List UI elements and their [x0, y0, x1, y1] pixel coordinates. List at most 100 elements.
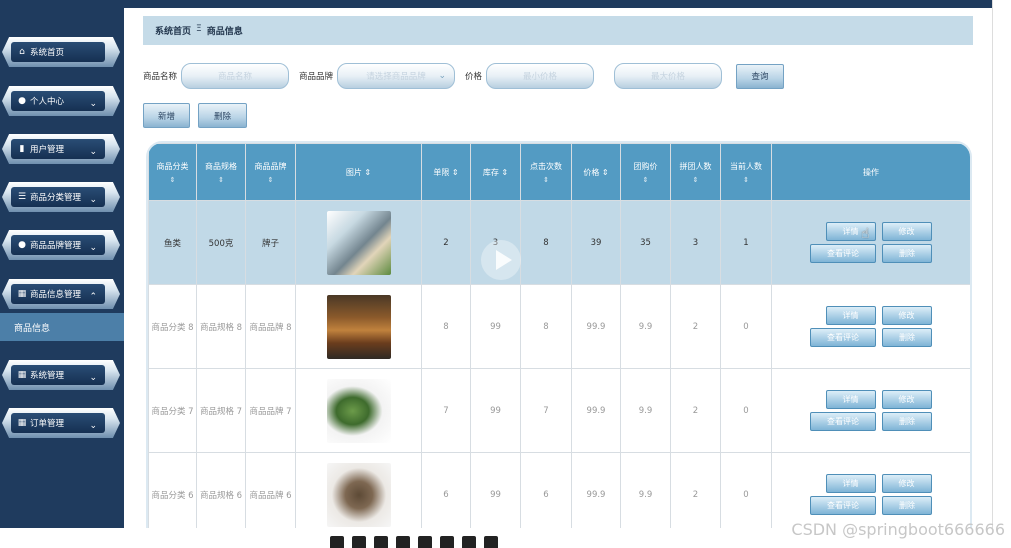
- table-row[interactable]: 鱼类 500克 牌子 2 3 8 39 35 3 1 详情 修改 查看评论 删除: [148, 200, 970, 285]
- row-delete-button[interactable]: 删除: [882, 328, 932, 347]
- chevron-up-icon: ⌃: [89, 292, 97, 302]
- table-row[interactable]: 商品分类 7 商品规格 7 商品品牌 7 7 99 7 99.9 9.9 2 0…: [148, 368, 970, 453]
- sidebar-item-system[interactable]: ▦ 系统管理 ⌄: [2, 360, 120, 390]
- header-ops: 操作: [771, 143, 970, 201]
- cell-group-size: 2: [670, 368, 721, 453]
- header-image[interactable]: 图片 ⇕: [295, 143, 422, 201]
- cell-group-price: 9.9: [620, 452, 671, 528]
- query-button[interactable]: 查询: [736, 63, 785, 89]
- action-row: 新增 删除: [143, 103, 247, 128]
- header-price[interactable]: 价格 ⇕: [571, 143, 621, 201]
- sidebar-item-brand[interactable]: ● 商品品牌管理 ⌄: [2, 230, 120, 260]
- header-current[interactable]: 当前人数 ⇕: [720, 143, 772, 201]
- breadcrumb-separator: Ξ: [196, 24, 202, 34]
- user-icon: ●: [18, 96, 26, 106]
- sort-icon[interactable]: ⇕: [521, 176, 571, 184]
- header-category[interactable]: 商品分类 ⇕: [148, 143, 197, 201]
- cell-stock: 99: [470, 368, 521, 453]
- sort-icon[interactable]: ⇕: [452, 168, 459, 177]
- sort-icon[interactable]: ⇕: [671, 176, 720, 184]
- max-price-input[interactable]: 最大价格: [614, 63, 723, 89]
- bar-chart-icon: ▮: [19, 144, 25, 154]
- cell-price: 99.9: [571, 452, 621, 528]
- sort-icon[interactable]: ⇕: [501, 168, 508, 177]
- row-delete-button[interactable]: 删除: [882, 412, 932, 431]
- cell-group-price: 9.9: [620, 284, 671, 369]
- sidebar-item-orders[interactable]: ▦ 订单管理 ⌄: [2, 408, 120, 438]
- product-table: 商品分类 ⇕ 商品规格 ⇕ 商品品牌 ⇕ 图片 ⇕ 单限 ⇕ 库存 ⇕ 点击次数 ⇕ 价…: [148, 143, 970, 528]
- divider: [992, 0, 993, 528]
- cell-price: 39: [571, 200, 621, 285]
- sidebar-item-users[interactable]: ▮ 用户管理 ⌄: [2, 134, 120, 164]
- sort-icon[interactable]: ⇕: [149, 176, 196, 184]
- cell-stock: 99: [470, 284, 521, 369]
- edit-button[interactable]: 修改: [881, 390, 932, 409]
- view-comments-button[interactable]: 查看评论: [810, 244, 876, 263]
- sort-icon[interactable]: ⇕: [197, 176, 245, 184]
- sidebar-subitem-product-info[interactable]: 商品信息: [0, 313, 124, 341]
- header-clicks[interactable]: 点击次数 ⇕: [520, 143, 572, 201]
- header-group-price[interactable]: 团购价 ⇕: [620, 143, 671, 201]
- edit-button[interactable]: 修改: [881, 222, 932, 241]
- row-delete-button[interactable]: 删除: [882, 244, 932, 263]
- header-limit[interactable]: 单限 ⇕: [421, 143, 471, 201]
- cell-group-price: 35: [620, 200, 671, 285]
- sort-icon[interactable]: ⇕: [721, 176, 771, 184]
- header-spec[interactable]: 商品规格 ⇕: [196, 143, 246, 201]
- cell-clicks: 8: [520, 200, 572, 285]
- chevron-down-icon: ⌄: [89, 195, 97, 205]
- brand-select[interactable]: 请选择商品品牌 ⌄: [337, 63, 456, 89]
- home-icon: ⌂: [19, 47, 25, 57]
- table-row[interactable]: 商品分类 6 商品规格 6 商品品牌 6 6 99 6 99.9 9.9 2 0…: [148, 452, 970, 528]
- edit-button[interactable]: 修改: [881, 306, 932, 325]
- product-image-jars[interactable]: [326, 294, 391, 359]
- grid-icon: ▦: [17, 289, 27, 299]
- cell-price: 99.9: [571, 368, 621, 453]
- add-button[interactable]: 新增: [143, 103, 190, 128]
- header-brand[interactable]: 商品品牌 ⇕: [245, 143, 296, 201]
- list-icon: ☰: [17, 192, 27, 202]
- cell-group-size: 3: [670, 200, 721, 285]
- cell-category: 鱼类: [148, 200, 197, 285]
- sidebar-item-label: 商品品牌管理: [30, 241, 82, 251]
- breadcrumb-home[interactable]: 系统首页: [155, 24, 191, 37]
- view-comments-button[interactable]: 查看评论: [810, 412, 876, 431]
- edit-button[interactable]: 修改: [881, 474, 932, 493]
- sidebar-item-product-info[interactable]: ▦ 商品信息管理 ⌃: [2, 279, 120, 309]
- sidebar-item-category[interactable]: ☰ 商品分类管理 ⌄: [2, 182, 120, 212]
- sidebar-item-personal[interactable]: ● 个人中心 ⌄: [2, 86, 120, 116]
- row-delete-button[interactable]: 删除: [882, 496, 932, 515]
- cell-spec: 商品规格 7: [196, 368, 246, 453]
- delete-button[interactable]: 删除: [198, 103, 247, 128]
- min-price-input[interactable]: 最小价格: [486, 63, 595, 89]
- table-row[interactable]: 商品分类 8 商品规格 8 商品品牌 8 8 99 8 99.9 9.9 2 0…: [148, 284, 970, 369]
- header-stock[interactable]: 库存 ⇕: [470, 143, 521, 201]
- product-image-fish[interactable]: [326, 210, 391, 275]
- cell-group-price: 9.9: [620, 368, 671, 453]
- sort-icon[interactable]: ⇕: [364, 168, 371, 177]
- detail-button[interactable]: 详情: [825, 474, 876, 493]
- sidebar-item-label: 系统首页: [30, 48, 65, 58]
- play-icon[interactable]: [481, 240, 521, 280]
- cell-clicks: 8: [520, 284, 572, 369]
- product-name-input[interactable]: 商品名称: [181, 63, 290, 89]
- cell-ops: 详情 修改 查看评论 删除: [771, 368, 970, 453]
- view-comments-button[interactable]: 查看评论: [810, 328, 876, 347]
- product-image-cucumber[interactable]: [326, 378, 391, 443]
- sort-icon[interactable]: ⇕: [602, 168, 609, 177]
- sort-icon[interactable]: ⇕: [621, 176, 670, 184]
- sidebar-item-home[interactable]: ⌂ 系统首页: [2, 37, 120, 67]
- product-image-root[interactable]: [326, 462, 391, 527]
- sort-icon[interactable]: ⇕: [246, 176, 295, 184]
- caption-redacted: [330, 536, 680, 548]
- cell-spec: 商品规格 6: [196, 452, 246, 528]
- cell-clicks: 7: [520, 368, 572, 453]
- detail-button[interactable]: 详情: [825, 390, 876, 409]
- pointer-cursor-icon: ☝: [861, 226, 870, 242]
- header-group-size[interactable]: 拼团人数 ⇕: [670, 143, 721, 201]
- chevron-down-icon: ⌄: [438, 71, 447, 81]
- detail-button[interactable]: 详情: [825, 306, 876, 325]
- view-comments-button[interactable]: 查看评论: [810, 496, 876, 515]
- sidebar-item-label: 个人中心: [30, 97, 65, 107]
- brand-select-placeholder: 请选择商品品牌: [366, 72, 426, 82]
